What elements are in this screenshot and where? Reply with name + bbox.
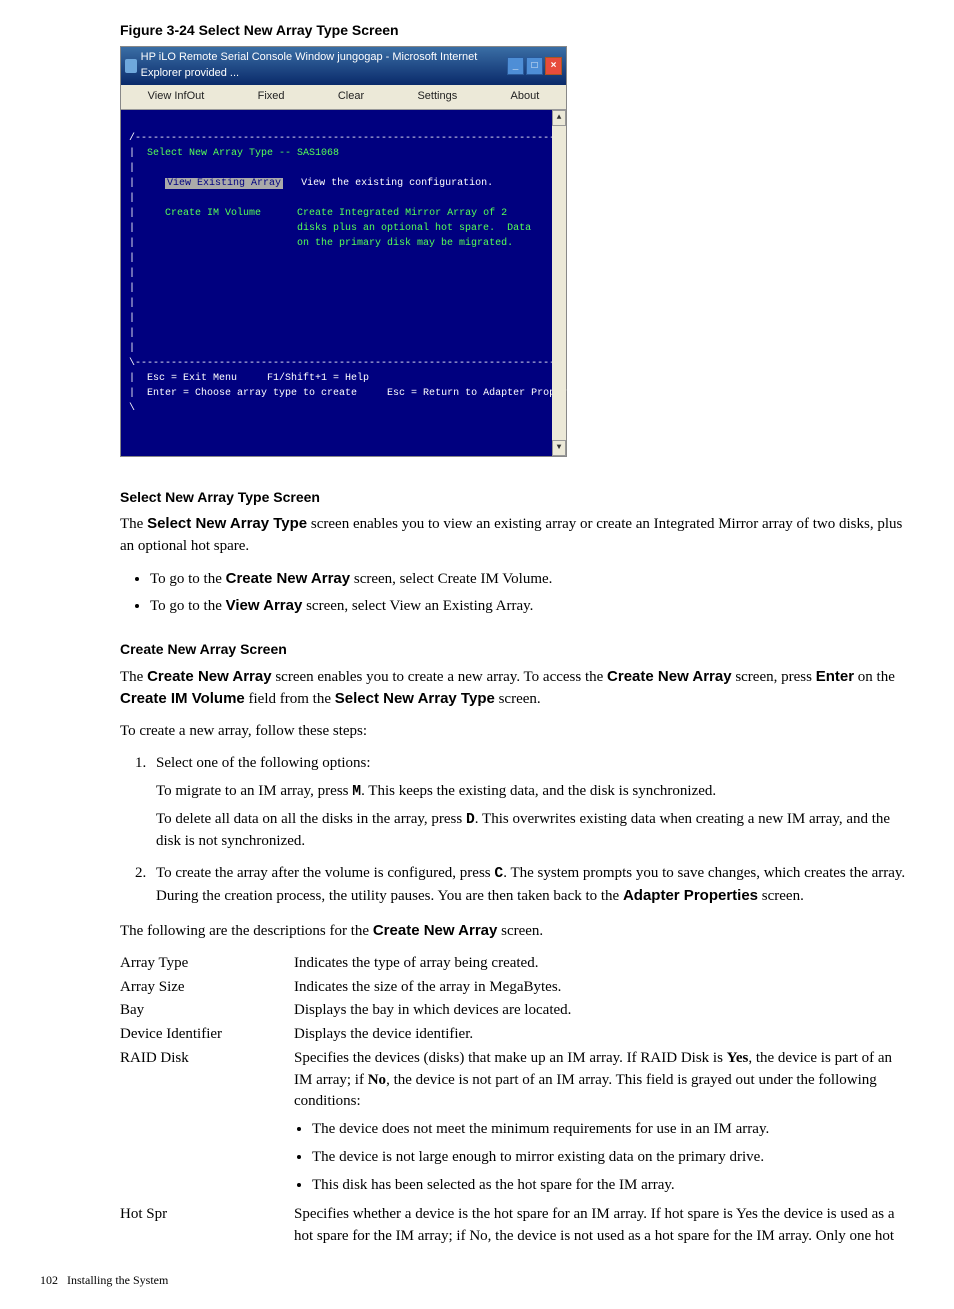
dl-term: Hot Spr — [120, 1204, 290, 1248]
bold-term: Enter — [816, 668, 854, 685]
menu-viewinfout[interactable]: View InfOut — [140, 87, 213, 107]
key-M: M — [352, 784, 361, 800]
dl-desc: Displays the bay in which devices are lo… — [294, 1000, 914, 1022]
menubar: View InfOut Fixed Clear Settings About — [121, 85, 566, 110]
bold-term: Create New Array — [147, 668, 272, 685]
dl-term: RAID Disk — [120, 1048, 290, 1203]
bullet-list: To go to the Create New Array screen, se… — [120, 568, 914, 618]
dl-desc: Displays the device identifier. — [294, 1024, 914, 1046]
dl-desc: Indicates the size of the array in MegaB… — [294, 977, 914, 999]
opt-view-existing[interactable]: View Existing Array — [165, 178, 283, 189]
opt-create-desc1: Create Integrated Mirror Array of 2 — [297, 208, 507, 219]
step-2: To create the array after the volume is … — [150, 863, 914, 908]
para: The Select New Array Type screen enables… — [120, 513, 914, 558]
bold-term: Select New Array Type — [147, 515, 307, 532]
para: The Create New Array screen enables you … — [120, 666, 914, 712]
bold-term: Create IM Volume — [120, 690, 245, 707]
bold-term: View Array — [226, 597, 303, 614]
minimize-button[interactable]: _ — [507, 57, 524, 75]
list-item: The device is not large enough to mirror… — [312, 1147, 914, 1169]
close-button[interactable]: × — [545, 57, 562, 75]
page-footer: 102 Installing the System — [40, 1272, 914, 1289]
step-para: To delete all data on all the disks in t… — [156, 809, 914, 853]
heading-select-new-array: Select New Array Type Screen — [120, 487, 914, 507]
opt-view-existing-desc: View the existing configuration. — [301, 178, 493, 189]
dl-desc: Indicates the type of array being create… — [294, 953, 914, 975]
list-item: To go to the Create New Array screen, se… — [150, 568, 914, 591]
para: To create a new array, follow these step… — [120, 721, 914, 743]
menu-about[interactable]: About — [503, 87, 548, 107]
window-titlebar: HP iLO Remote Serial Console Window jung… — [121, 47, 566, 85]
dl-term: Array Type — [120, 953, 290, 975]
figure-caption: Figure 3-24 Select New Array Type Screen — [120, 20, 914, 40]
term-border-top: /---------------------------------------… — [129, 133, 561, 144]
term-heading: Select New Array Type -- SAS1068 — [147, 148, 339, 159]
list-item: This disk has been selected as the hot s… — [312, 1175, 914, 1197]
screenshot: HP iLO Remote Serial Console Window jung… — [120, 46, 567, 457]
bold-term: Create New Array — [607, 668, 732, 685]
scroll-down-icon[interactable]: ▼ — [552, 440, 566, 456]
scrollbar[interactable]: ▲ ▼ — [552, 110, 566, 456]
bold-term: Create New Array — [373, 922, 498, 939]
dl-term: Device Identifier — [120, 1024, 290, 1046]
step-list: Select one of the following options: To … — [120, 753, 914, 908]
maximize-button[interactable]: □ — [526, 57, 543, 75]
term-foot2: Enter = Choose array type to create Esc … — [147, 388, 591, 399]
scroll-up-icon[interactable]: ▲ — [552, 110, 566, 126]
definition-list: Array Type Indicates the type of array b… — [120, 953, 914, 1248]
menu-settings[interactable]: Settings — [409, 87, 465, 107]
page-number: 102 — [40, 1273, 58, 1287]
heading-create-new-array: Create New Array Screen — [120, 639, 914, 659]
list-item: To go to the View Array screen, select V… — [150, 595, 914, 618]
key-D: D — [466, 812, 475, 828]
bold-term: Adapter Properties — [623, 887, 758, 904]
opt-create-im[interactable]: Create IM Volume — [165, 208, 261, 219]
list-item: The device does not meet the minimum req… — [312, 1119, 914, 1141]
menu-clear[interactable]: Clear — [330, 87, 372, 107]
bold-yes: Yes — [727, 1050, 749, 1066]
explorer-icon — [125, 59, 137, 73]
step-1: Select one of the following options: To … — [150, 753, 914, 853]
para: The following are the descriptions for t… — [120, 920, 914, 943]
term-border-bot: \---------------------------------------… — [129, 358, 561, 369]
opt-create-desc3: on the primary disk may be migrated. — [297, 238, 513, 249]
dl-desc: Specifies the devices (disks) that make … — [294, 1048, 914, 1203]
bold-no: No — [368, 1072, 386, 1088]
section-title: Installing the System — [67, 1273, 168, 1287]
window-title: HP iLO Remote Serial Console Window jung… — [141, 50, 505, 82]
key-C: C — [494, 866, 503, 882]
menu-fixed[interactable]: Fixed — [250, 87, 293, 107]
term-foot1: Esc = Exit Menu F1/Shift+1 = Help — [147, 373, 369, 384]
opt-create-desc2: disks plus an optional hot spare. Data — [297, 223, 531, 234]
dl-term: Array Size — [120, 977, 290, 999]
bold-term: Create New Array — [226, 570, 351, 587]
dl-term: Bay — [120, 1000, 290, 1022]
terminal-pane: /---------------------------------------… — [121, 110, 566, 456]
bold-term: Select New Array Type — [335, 690, 495, 707]
dl-desc: Specifies whether a device is the hot sp… — [294, 1204, 914, 1248]
step-para: To migrate to an IM array, press M. This… — [156, 781, 914, 803]
